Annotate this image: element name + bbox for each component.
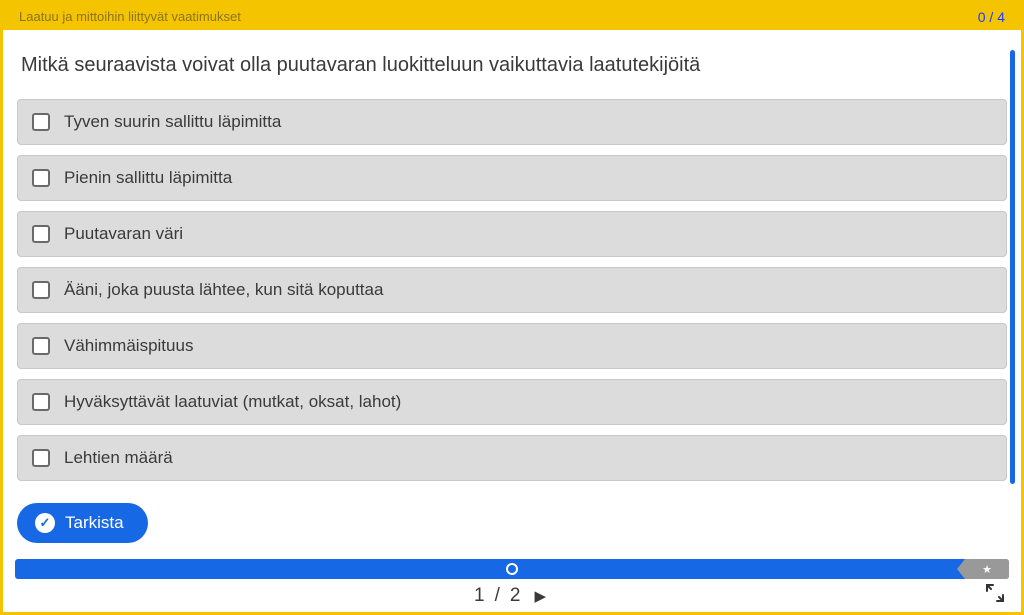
option-item[interactable]: Lehtien määrä: [17, 435, 1007, 481]
checkbox-icon[interactable]: [32, 449, 50, 467]
option-item[interactable]: Puutavaran väri: [17, 211, 1007, 257]
checkbox-icon[interactable]: [32, 169, 50, 187]
star-badge-icon: ★: [965, 559, 1009, 579]
content-inner: Mitkä seuraavista voivat olla puutavaran…: [3, 30, 1021, 559]
next-arrow-icon[interactable]: ▶: [530, 583, 550, 609]
option-label: Hyväksyttävät laatuviat (mutkat, oksat, …: [64, 392, 401, 412]
option-item[interactable]: Vähimmäispituus: [17, 323, 1007, 369]
fullscreen-icon[interactable]: [985, 583, 1005, 609]
scrollbar[interactable]: [1010, 50, 1015, 484]
progress-marker-icon: [506, 563, 518, 575]
header-bar: Laatuu ja mittoihin liittyvät vaatimukse…: [3, 3, 1021, 30]
options-list: Tyven suurin sallittu läpimitta Pienin s…: [17, 99, 1007, 481]
option-label: Pienin sallittu läpimitta: [64, 168, 232, 188]
check-button-label: Tarkista: [65, 513, 124, 533]
question-text: Mitkä seuraavista voivat olla puutavaran…: [17, 54, 1007, 77]
pager-current: 1: [474, 585, 485, 607]
pager: 1 / 2 ▶: [474, 583, 550, 609]
option-item[interactable]: Tyven suurin sallittu läpimitta: [17, 99, 1007, 145]
pager-separator: /: [495, 585, 500, 607]
option-label: Puutavaran väri: [64, 224, 183, 244]
checkbox-icon[interactable]: [32, 393, 50, 411]
option-item[interactable]: Ääni, joka puusta lähtee, kun sitä koput…: [17, 267, 1007, 313]
check-icon: ✓: [35, 513, 55, 533]
header-score: 0 / 4: [978, 9, 1005, 25]
check-button[interactable]: ✓ Tarkista: [17, 503, 148, 543]
option-label: Vähimmäispituus: [64, 336, 193, 356]
option-item[interactable]: Pienin sallittu läpimitta: [17, 155, 1007, 201]
content-wrapper: Mitkä seuraavista voivat olla puutavaran…: [3, 30, 1021, 559]
option-label: Ääni, joka puusta lähtee, kun sitä koput…: [64, 280, 383, 300]
checkbox-icon[interactable]: [32, 337, 50, 355]
option-label: Tyven suurin sallittu läpimitta: [64, 112, 281, 132]
option-label: Lehtien määrä: [64, 448, 173, 468]
nav-bar: 1 / 2 ▶: [3, 579, 1021, 612]
option-item[interactable]: Hyväksyttävät laatuviat (mutkat, oksat, …: [17, 379, 1007, 425]
checkbox-icon[interactable]: [32, 225, 50, 243]
header-title: Laatuu ja mittoihin liittyvät vaatimukse…: [19, 9, 241, 24]
checkbox-icon[interactable]: [32, 281, 50, 299]
pager-total: 2: [510, 585, 521, 607]
progress-bar[interactable]: ★: [15, 559, 1009, 579]
checkbox-icon[interactable]: [32, 113, 50, 131]
progress-section: ★: [3, 559, 1021, 579]
quiz-container: Laatuu ja mittoihin liittyvät vaatimukse…: [0, 0, 1024, 615]
